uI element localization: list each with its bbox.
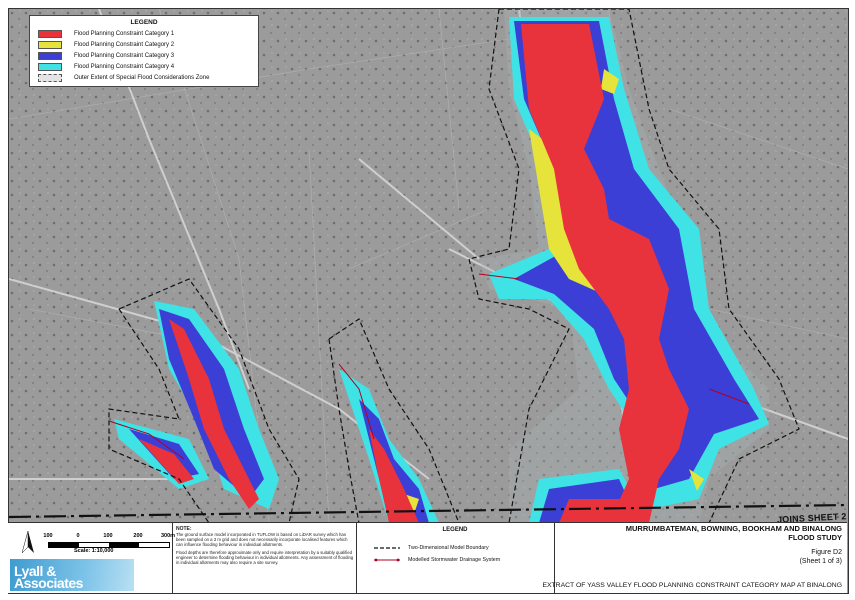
legend-label: Flood Planning Constraint Category 3 bbox=[74, 53, 175, 59]
map-caption: EXTRACT OF YASS VALLEY FLOOD PLANNING CO… bbox=[542, 582, 842, 589]
legend-item-stormwater: Modelled Stormwater Drainage System bbox=[374, 557, 500, 563]
scale-tick: 100 bbox=[43, 533, 53, 539]
company-logo: Lyall & Associates bbox=[10, 559, 134, 591]
legend-item-cat4: Flood Planning Constraint Category 4 bbox=[38, 63, 174, 71]
note-paragraph-1: The ground surface model incorporated in… bbox=[176, 532, 348, 547]
legend-item-model-boundary: Two-Dimensional Model Boundary bbox=[374, 545, 489, 551]
north-arrow-icon bbox=[22, 531, 34, 553]
scale-ticks: 100 0 100 200 300m bbox=[43, 533, 176, 541]
scale-tick: 0 bbox=[76, 533, 80, 539]
scale-tick: 100 bbox=[103, 533, 113, 539]
study-title-line2: FLOOD STUDY bbox=[788, 532, 842, 542]
map-frame: LEGEND Flood Planning Constraint Categor… bbox=[8, 8, 849, 594]
legend-swatch bbox=[38, 30, 62, 38]
divider bbox=[356, 523, 357, 593]
legend-swatch bbox=[38, 63, 62, 71]
legend-label: Two-Dimensional Model Boundary bbox=[408, 545, 489, 551]
legend-swatch bbox=[38, 52, 62, 60]
legend-label: Flood Planning Constraint Category 4 bbox=[74, 64, 175, 70]
scale-label: Scale: 1:10,000 bbox=[74, 548, 114, 554]
drainage-line-icon bbox=[374, 558, 400, 562]
legend-item-outer-extent: Outer Extent of Special Flood Considerat… bbox=[38, 74, 209, 82]
legend-item-cat1: Flood Planning Constraint Category 1 bbox=[38, 30, 174, 38]
logo-line2: Associates bbox=[14, 575, 83, 591]
titleblock-legend-title: LEGEND bbox=[442, 527, 468, 533]
map-legend: LEGEND Flood Planning Constraint Categor… bbox=[29, 15, 259, 87]
title-block: 100 0 100 200 300m Scale: 1:10,000 Lyall… bbox=[8, 522, 847, 593]
figure-number: Figure D2 bbox=[811, 549, 842, 556]
legend-item-cat2: Flood Planning Constraint Category 2 bbox=[38, 41, 174, 49]
legend-label: Flood Planning Constraint Category 1 bbox=[74, 31, 175, 37]
figure-reference: Figure D2 (Sheet 1 of 3) bbox=[560, 549, 842, 566]
study-title: MURRUMBATEMAN, BOWNING, BOOKHAM AND BINA… bbox=[560, 524, 842, 542]
scale-bar-group: 100 0 100 200 300m Scale: 1:10,000 bbox=[22, 529, 175, 557]
sheet-number: (Sheet 1 of 3) bbox=[799, 557, 842, 565]
legend-title: LEGEND bbox=[130, 19, 158, 26]
titleblock-legend: LEGEND Two-Dimensional Model Boundary Mo… bbox=[360, 527, 550, 563]
legend-item-cat3: Flood Planning Constraint Category 3 bbox=[38, 52, 174, 60]
disclaimer-note: NOTE: The ground surface model incorpora… bbox=[176, 527, 354, 566]
dashed-line-icon bbox=[374, 547, 400, 549]
legend-label: Outer Extent of Special Flood Considerat… bbox=[74, 75, 210, 81]
note-paragraph-2: Flood depths are therefore approximate o… bbox=[176, 550, 354, 565]
scale-tick: 300m bbox=[160, 533, 176, 539]
legend-swatch bbox=[38, 74, 62, 82]
scale-tick: 200 bbox=[133, 533, 143, 539]
legend-label: Modelled Stormwater Drainage System bbox=[408, 557, 501, 563]
legend-label: Flood Planning Constraint Category 2 bbox=[74, 42, 175, 48]
legend-swatch bbox=[38, 41, 62, 49]
